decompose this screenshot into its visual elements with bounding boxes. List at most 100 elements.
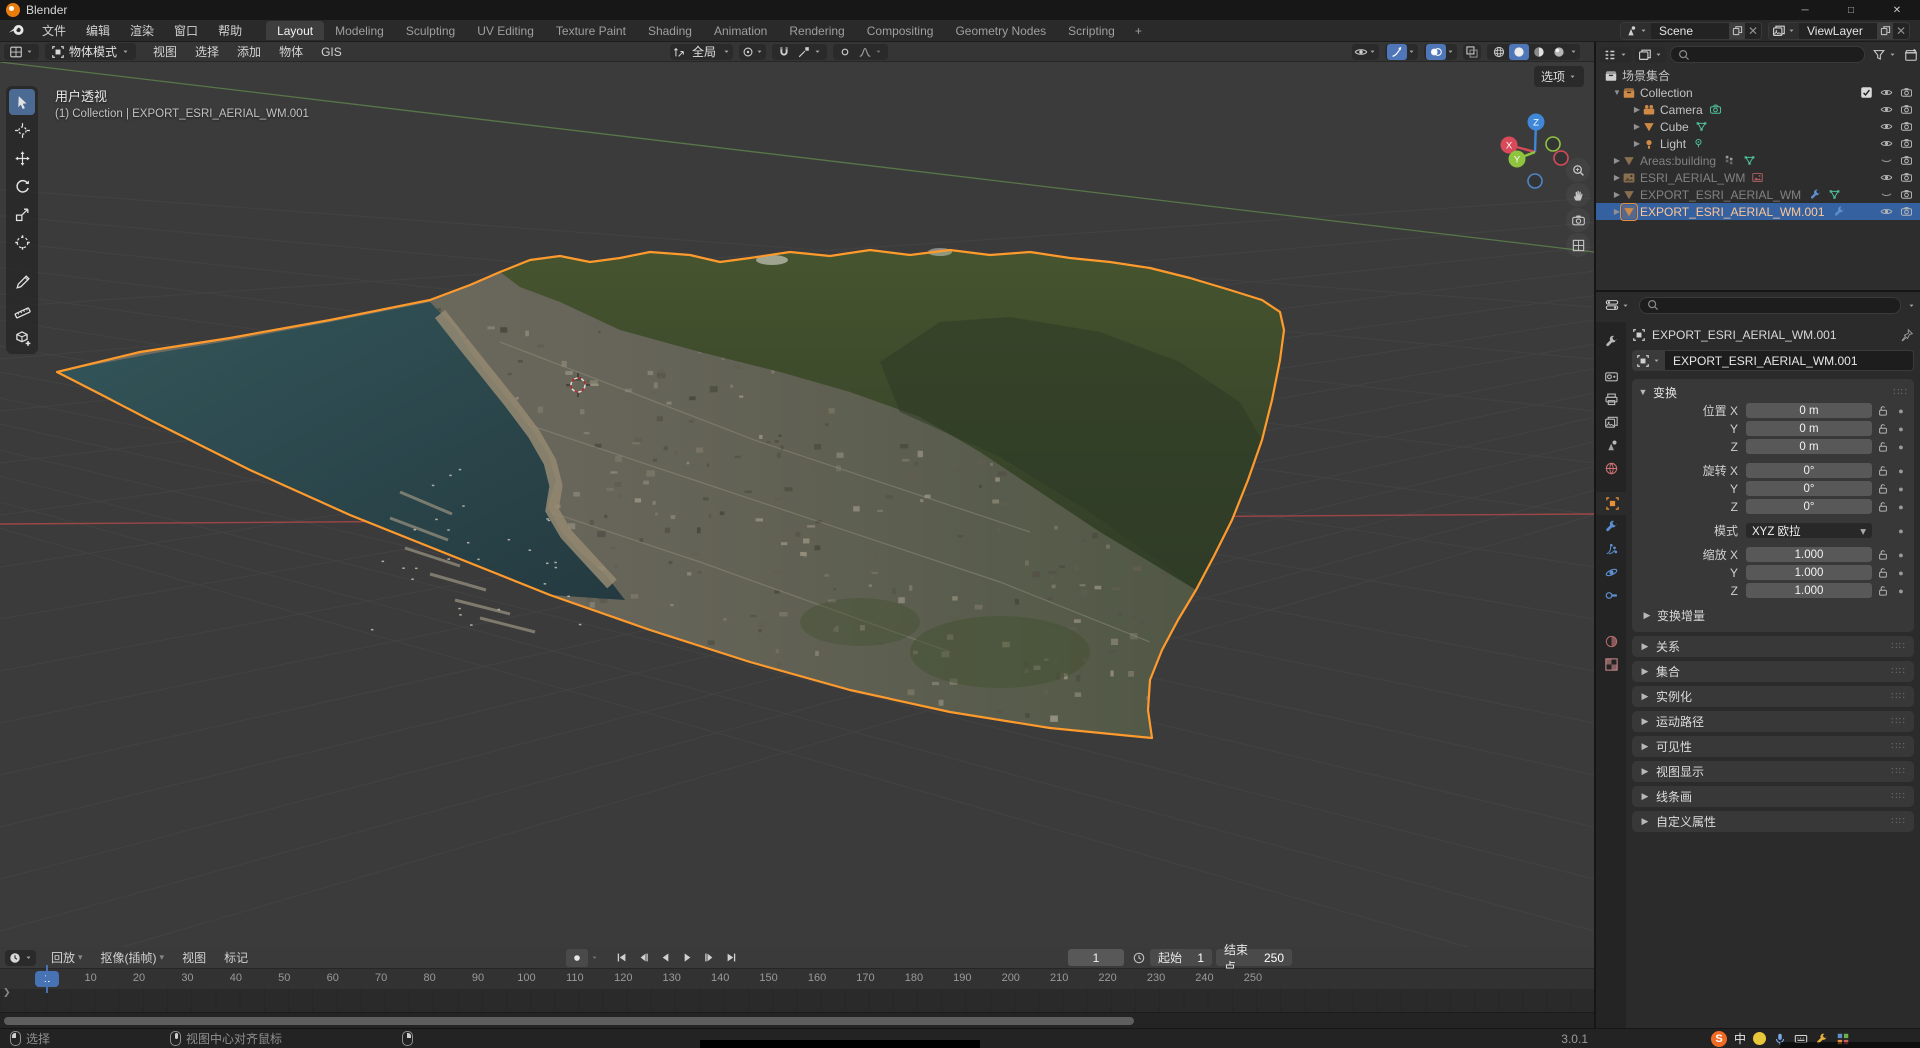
- shading-wireframe-button[interactable]: [1489, 44, 1509, 60]
- pin-icon[interactable]: [1900, 328, 1914, 342]
- addcube-tool-button[interactable]: [9, 325, 35, 351]
- render-visibility-toggle[interactable]: [1896, 103, 1916, 116]
- viewport-menu-物体[interactable]: 物体: [270, 41, 312, 63]
- timeline-editor-type-button[interactable]: [5, 950, 36, 966]
- section-可见性[interactable]: ▶可见性∷∷: [1632, 736, 1914, 757]
- value-field[interactable]: 0°: [1746, 481, 1872, 496]
- lock-toggle[interactable]: [1872, 423, 1894, 435]
- outliner-row-light[interactable]: ▶Light: [1596, 135, 1920, 152]
- viewport-menu-视图[interactable]: 视图: [144, 41, 186, 63]
- workspace-tab-compositing[interactable]: Compositing: [856, 21, 945, 40]
- ime-lang-label[interactable]: 中: [1734, 1030, 1746, 1047]
- value-field[interactable]: 0 m: [1746, 421, 1872, 436]
- skipstart-button[interactable]: [610, 949, 632, 967]
- measure-tool-button[interactable]: [9, 297, 35, 323]
- outliner-row-collection[interactable]: ▼Collection: [1596, 84, 1920, 101]
- properties-tab-material[interactable]: [1596, 630, 1626, 653]
- workspace-tab-layout[interactable]: Layout: [266, 21, 324, 40]
- prevkey-button[interactable]: [632, 949, 654, 967]
- hide-viewport-toggle[interactable]: [1876, 171, 1896, 184]
- blender-menu-icon[interactable]: [8, 23, 28, 39]
- viewlayer-remove-icon[interactable]: ✕: [1893, 23, 1909, 39]
- viewlayer-copy-icon[interactable]: [1877, 23, 1893, 39]
- chevron-down-icon[interactable]: [1907, 301, 1916, 310]
- timeline-scrollbar[interactable]: [0, 1012, 1594, 1028]
- hide-viewport-toggle[interactable]: [1876, 188, 1896, 201]
- falloff-button[interactable]: [855, 44, 886, 60]
- rotate-tool-button[interactable]: [9, 173, 35, 199]
- shading-rendered-button[interactable]: [1549, 44, 1569, 60]
- value-field[interactable]: 0 m: [1746, 439, 1872, 454]
- workspace-tab-sculpting[interactable]: Sculpting: [395, 21, 466, 40]
- properties-tab-world[interactable]: [1596, 457, 1626, 480]
- select-tool-button[interactable]: [9, 89, 35, 115]
- overlays-dropdown[interactable]: [1424, 44, 1457, 60]
- render-visibility-toggle[interactable]: [1896, 154, 1916, 167]
- render-visibility-toggle[interactable]: [1896, 120, 1916, 133]
- animate-dot[interactable]: ●: [1894, 484, 1908, 494]
- nextkey-button[interactable]: [698, 949, 720, 967]
- overlays-toggle[interactable]: [1426, 44, 1446, 60]
- viewport-options-button[interactable]: 选项: [1534, 66, 1584, 87]
- section-线条画[interactable]: ▶线条画∷∷: [1632, 786, 1914, 807]
- properties-tab-constraints[interactable]: [1596, 584, 1626, 607]
- zoom-button[interactable]: [1566, 158, 1590, 182]
- skipend-button[interactable]: [720, 949, 742, 967]
- cursor3d-tool-button[interactable]: [9, 117, 35, 143]
- visibility-dropdown[interactable]: [1352, 44, 1379, 60]
- section-关系[interactable]: ▶关系∷∷: [1632, 636, 1914, 657]
- value-field[interactable]: 0°: [1746, 499, 1872, 514]
- outliner-row-camera[interactable]: ▶Camera: [1596, 101, 1920, 118]
- menu-帮助[interactable]: 帮助: [208, 20, 252, 42]
- workspace-tab-scripting[interactable]: Scripting: [1057, 21, 1126, 40]
- viewlayer-selector[interactable]: ViewLayer ✕: [1768, 22, 1910, 40]
- shading-material-button[interactable]: [1529, 44, 1549, 60]
- value-field[interactable]: 0°: [1746, 463, 1872, 478]
- collection-checkbox-toggle[interactable]: [1856, 86, 1876, 99]
- maximize-button[interactable]: □: [1828, 0, 1874, 20]
- play-button[interactable]: [676, 949, 698, 967]
- shading-solid-button[interactable]: [1509, 44, 1529, 60]
- lock-toggle[interactable]: [1872, 441, 1894, 453]
- hide-viewport-toggle[interactable]: [1876, 103, 1896, 116]
- add-workspace-button[interactable]: +: [1126, 24, 1151, 38]
- lock-toggle[interactable]: [1872, 501, 1894, 513]
- animate-dot[interactable]: ●: [1894, 526, 1908, 536]
- move-tool-button[interactable]: [9, 145, 35, 171]
- timeline-ruler[interactable]: 1020304050607080901001101201301401501601…: [0, 969, 1594, 989]
- properties-tab-scene[interactable]: [1596, 434, 1626, 457]
- value-field[interactable]: 1.000: [1746, 547, 1872, 562]
- transform-orientation[interactable]: 全局: [670, 44, 733, 60]
- timeline-menu-视图[interactable]: 视图: [173, 947, 215, 969]
- editor-type-button[interactable]: [6, 44, 37, 60]
- timeline-menu-标记[interactable]: 标记: [215, 947, 257, 969]
- scene-unlink-icon[interactable]: ✕: [1745, 23, 1761, 39]
- frame-start-field[interactable]: 起始 1: [1150, 949, 1212, 966]
- lock-toggle[interactable]: [1872, 585, 1894, 597]
- workspace-tab-animation[interactable]: Animation: [703, 21, 778, 40]
- minimize-button[interactable]: ─: [1782, 0, 1828, 20]
- outliner-row-esri-aerial-wm[interactable]: ▶ESRI_AERIAL_WM: [1596, 169, 1920, 186]
- delta-transform-subpanel[interactable]: ▶ 变换增量: [1638, 607, 1908, 624]
- expand-icon[interactable]: ▶: [1612, 207, 1622, 216]
- properties-tab-output[interactable]: [1596, 388, 1626, 411]
- current-frame-field[interactable]: 1: [1068, 949, 1124, 966]
- workspace-tab-modeling[interactable]: Modeling: [324, 21, 395, 40]
- render-visibility-toggle[interactable]: [1896, 137, 1916, 150]
- proportional-toggle[interactable]: [835, 44, 855, 60]
- hide-viewport-toggle[interactable]: [1876, 205, 1896, 218]
- animate-dot[interactable]: ●: [1894, 442, 1908, 452]
- scrollbar-thumb[interactable]: [4, 1017, 1134, 1025]
- animate-dot[interactable]: ●: [1894, 406, 1908, 416]
- scene-browse-button[interactable]: [1621, 23, 1651, 39]
- expand-icon[interactable]: ▶: [1612, 173, 1622, 182]
- value-field[interactable]: 0 m: [1746, 403, 1872, 418]
- playhead-line[interactable]: [46, 965, 48, 993]
- animate-dot[interactable]: ●: [1894, 424, 1908, 434]
- section-自定义属性[interactable]: ▶自定义属性∷∷: [1632, 811, 1914, 832]
- auto-key-button[interactable]: [566, 949, 588, 967]
- transformtool-tool-button[interactable]: [9, 229, 35, 255]
- object-browse-button[interactable]: [1632, 350, 1665, 371]
- properties-tab-tool[interactable]: [1596, 330, 1626, 353]
- section-集合[interactable]: ▶集合∷∷: [1632, 661, 1914, 682]
